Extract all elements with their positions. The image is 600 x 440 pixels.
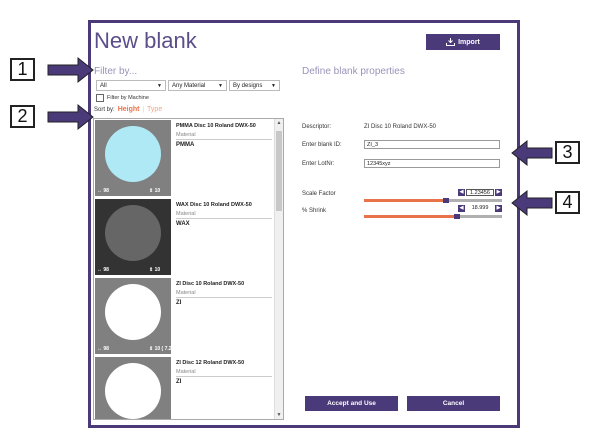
callout-arrow-3 (511, 139, 553, 167)
callout-arrow-2 (47, 103, 94, 131)
callout-3: 3 (555, 141, 580, 164)
callout-arrows (47, 56, 553, 217)
callout-arrow-4 (511, 189, 553, 217)
callout-4: 4 (555, 191, 580, 214)
callout-1: 1 (10, 58, 35, 81)
callout-arrow-1 (47, 56, 94, 84)
callout-2: 2 (10, 105, 35, 128)
